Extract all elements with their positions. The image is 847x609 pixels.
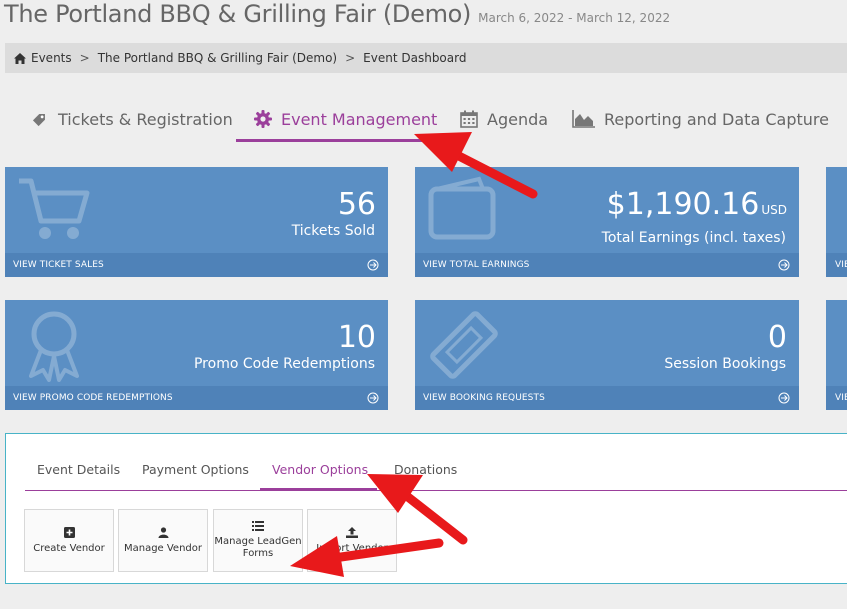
partial-card-link[interactable]: VIE xyxy=(826,386,847,410)
session-bookings-card[interactable]: 0 Session Bookings VIEW BOOKING REQUESTS xyxy=(415,300,799,410)
upload-icon xyxy=(346,526,358,538)
ticket-icon xyxy=(430,311,498,379)
home-icon xyxy=(14,52,26,64)
breadcrumb-event[interactable]: The Portland BBQ & Grilling Fair (Demo) xyxy=(98,51,337,65)
arrow-circle-right-icon xyxy=(778,392,790,404)
promo-code-label: Promo Code Redemptions xyxy=(193,356,375,372)
user-icon xyxy=(158,526,168,538)
event-dates: March 6, 2022 - March 12, 2022 xyxy=(478,11,671,25)
main-tabs: Tickets & Registration Event Management xyxy=(4,96,847,142)
arrow-circle-right-icon xyxy=(367,392,379,404)
calendar-icon xyxy=(460,110,478,128)
tab-label: Tickets & Registration xyxy=(58,109,233,129)
tab-label: Agenda xyxy=(487,109,549,129)
tickets-sold-value: 56 xyxy=(337,187,376,222)
partial-stat-card[interactable]: VIE xyxy=(826,300,847,410)
tickets-sold-card[interactable]: 56 Tickets Sold VIEW TICKET SALES xyxy=(5,167,388,277)
breadcrumb-separator: > xyxy=(345,51,356,65)
view-promo-redemptions-link[interactable]: VIEW PROMO CODE REDEMPTIONS xyxy=(5,386,388,410)
tab-event-details[interactable]: Event Details xyxy=(37,462,120,477)
arrow-circle-right-icon xyxy=(367,259,379,271)
event-title: The Portland BBQ & Grilling Fair (Demo) xyxy=(4,0,472,28)
area-chart-icon xyxy=(572,110,595,128)
breadcrumb: Events > The Portland BBQ & Grilling Fai… xyxy=(5,43,847,73)
wallet-icon xyxy=(428,176,496,240)
view-ticket-sales-link[interactable]: VIEW TICKET SALES xyxy=(5,253,388,277)
tab-label: Event Management xyxy=(281,109,438,129)
total-earnings-value: $1,190.16 USD xyxy=(606,187,787,222)
manage-vendor-button[interactable]: Manage Vendor xyxy=(118,509,208,572)
tab-vendor-options[interactable]: Vendor Options xyxy=(272,462,368,477)
active-subtab-indicator xyxy=(260,488,377,491)
view-total-earnings-link[interactable]: VIEW TOTAL EARNINGS xyxy=(415,253,799,277)
session-bookings-label: Session Bookings xyxy=(664,356,786,372)
award-ribbon-icon xyxy=(29,311,79,382)
event-management-panel: Event Details Payment Options Vendor Opt… xyxy=(5,433,847,584)
total-earnings-label: Total Earnings (incl. taxes) xyxy=(601,230,786,246)
tab-agenda[interactable]: Agenda xyxy=(459,96,548,142)
tab-event-management[interactable]: Event Management xyxy=(253,96,437,142)
tab-donations[interactable]: Donations xyxy=(394,462,457,477)
tab-payment-options[interactable]: Payment Options xyxy=(142,462,249,477)
promo-code-value: 10 xyxy=(337,320,376,355)
total-earnings-card[interactable]: $1,190.16 USD Total Earnings (incl. taxes… xyxy=(415,167,799,277)
create-vendor-button[interactable]: Create Vendor xyxy=(24,509,114,572)
list-icon xyxy=(252,521,264,531)
gear-icon xyxy=(254,110,272,128)
tab-tickets-registration[interactable]: Tickets & Registration xyxy=(30,96,233,142)
plus-square-icon xyxy=(63,526,75,538)
page-header: The Portland BBQ & Grilling Fair (Demo) … xyxy=(4,0,670,34)
partial-stat-card[interactable]: VIE xyxy=(826,167,847,277)
view-booking-requests-link[interactable]: VIEW BOOKING REQUESTS xyxy=(415,386,799,410)
breadcrumb-events[interactable]: Events xyxy=(31,51,72,65)
breadcrumb-current: Event Dashboard xyxy=(363,51,467,65)
session-bookings-value: 0 xyxy=(767,320,787,355)
sub-tabs: Event Details Payment Options Vendor Opt… xyxy=(25,456,847,491)
tab-label: Reporting and Data Capture xyxy=(604,109,829,129)
manage-leadgen-forms-button[interactable]: Manage LeadGen Forms xyxy=(213,509,303,572)
active-tab-indicator xyxy=(236,139,442,142)
partial-card-link[interactable]: VIE xyxy=(826,253,847,277)
currency-unit: USD xyxy=(761,203,787,217)
tag-icon xyxy=(32,114,45,127)
tickets-sold-label: Tickets Sold xyxy=(291,223,375,239)
tab-reporting[interactable]: Reporting and Data Capture xyxy=(572,96,829,142)
import-vendor-button[interactable]: Import Vendor xyxy=(307,509,397,572)
breadcrumb-separator: > xyxy=(79,51,90,65)
arrow-circle-right-icon xyxy=(778,259,790,271)
shopping-cart-icon xyxy=(19,178,90,239)
promo-code-card[interactable]: 10 Promo Code Redemptions VIEW PROMO COD… xyxy=(5,300,388,410)
